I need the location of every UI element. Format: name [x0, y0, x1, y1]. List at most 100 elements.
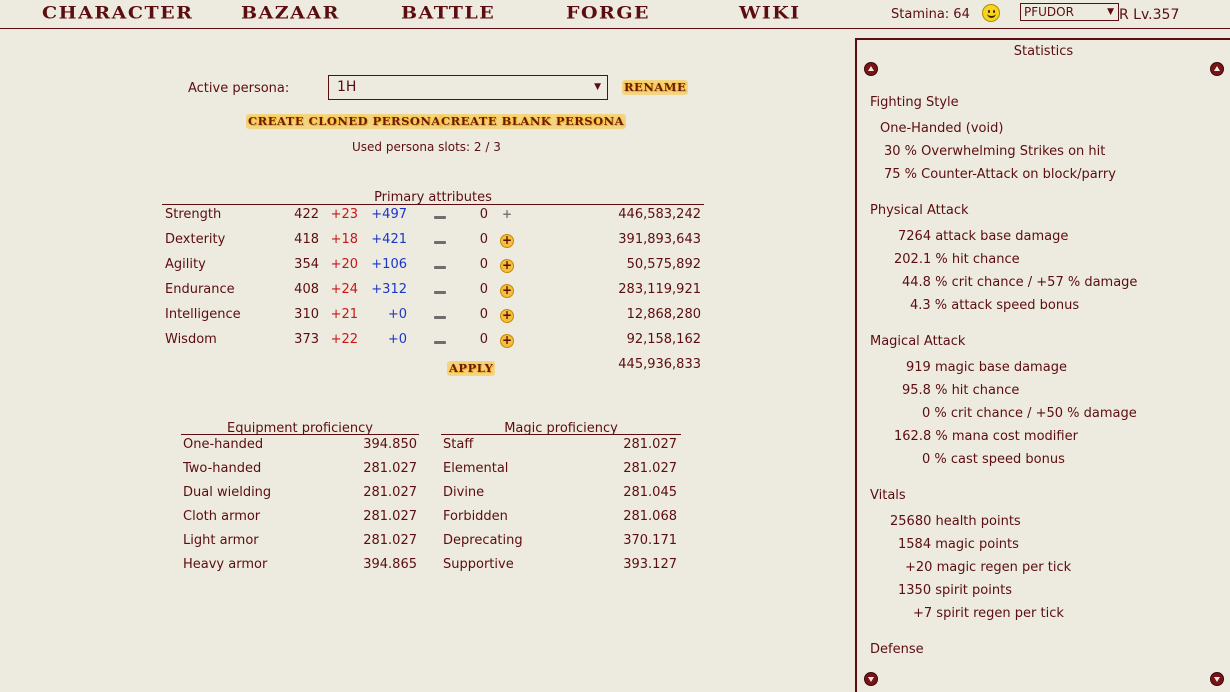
- attribute-assign: 0: [479, 282, 488, 297]
- decrease-button[interactable]: [434, 241, 446, 244]
- magic-row: Divine 281.045: [441, 485, 677, 505]
- physical-stat: 44.8 % crit chance / +57 % damage: [902, 275, 1138, 290]
- attribute-bonus: +22: [330, 332, 358, 347]
- create-cloned-persona-button[interactable]: CREATE CLONED PERSONA: [246, 114, 443, 129]
- proficiency-name: Two-handed: [183, 461, 262, 476]
- proficiency-value: 281.027: [363, 485, 417, 500]
- attribute-exp-cost: 12,868,280: [626, 307, 701, 322]
- magic-row: Elemental 281.027: [441, 461, 677, 481]
- magical-stat: 95.8 % hit chance: [902, 383, 1020, 398]
- attribute-base: 373: [294, 332, 319, 347]
- increase-button[interactable]: +: [500, 309, 514, 323]
- scroll-up-icon[interactable]: [1210, 62, 1224, 76]
- nav-bazaar[interactable]: BAZAAR: [241, 3, 340, 23]
- persona-quick-select[interactable]: PFUDOR ▼: [1020, 3, 1119, 21]
- magical-attack-heading: Magical Attack: [870, 334, 966, 349]
- apply-button[interactable]: APPLY: [447, 361, 496, 376]
- fighting-style-heading: Fighting Style: [870, 95, 959, 110]
- proficiency-name: Supportive: [443, 557, 514, 572]
- proficiency-value: 281.027: [623, 461, 677, 476]
- fighting-style-line: 75 % Counter-Attack on block/parry: [884, 167, 1116, 182]
- proficiency-name: Elemental: [443, 461, 509, 476]
- attribute-extra: +312: [371, 282, 407, 297]
- proficiency-value: 281.027: [363, 509, 417, 524]
- attribute-exp-cost: 446,583,242: [618, 207, 701, 222]
- magic-row: Deprecating 370.171: [441, 533, 677, 553]
- create-blank-persona-button[interactable]: CREATE BLANK PERSONA: [439, 114, 627, 129]
- attribute-bonus: +24: [330, 282, 358, 297]
- proficiency-name: Deprecating: [443, 533, 523, 548]
- proficiency-value: 281.027: [363, 461, 417, 476]
- nav-character[interactable]: CHARACTER: [42, 3, 193, 23]
- attribute-assign: 0: [479, 332, 488, 347]
- scroll-up-icon[interactable]: [864, 62, 878, 76]
- statistics-panel: Statistics Fighting Style One-Handed (vo…: [855, 38, 1230, 692]
- increase-button[interactable]: +: [500, 234, 514, 248]
- attribute-base: 310: [294, 307, 319, 322]
- persona-slots-label: Used persona slots: 2 / 3: [352, 140, 501, 154]
- equipment-row: Cloth armor 281.027: [181, 509, 417, 529]
- decrease-button[interactable]: [434, 341, 446, 344]
- decrease-button[interactable]: [434, 266, 446, 269]
- scroll-down-icon[interactable]: [1210, 672, 1224, 686]
- physical-stat: 202.1 % hit chance: [894, 252, 1020, 267]
- equipment-row: Light armor 281.027: [181, 533, 417, 553]
- magic-proficiency-header: Magic proficiency: [441, 421, 681, 436]
- active-persona-label: Active persona:: [188, 81, 290, 96]
- attribute-row-strength: Strength 422 +23 +497 0 + 446,583,242: [162, 207, 704, 227]
- nav-battle[interactable]: BATTLE: [401, 3, 495, 23]
- attribute-row-wisdom: Wisdom 373 +22 +0 0 + 92,158,162: [162, 332, 704, 352]
- nav-wiki[interactable]: WIKI: [739, 3, 801, 23]
- attribute-name: Strength: [165, 207, 222, 222]
- proficiency-value: 281.068: [623, 509, 677, 524]
- equipment-row: Heavy armor 394.865: [181, 557, 417, 577]
- proficiency-name: Cloth armor: [183, 509, 261, 524]
- increase-button[interactable]: +: [500, 259, 514, 273]
- fighting-style-line: 30 % Overwhelming Strikes on hit: [884, 144, 1106, 159]
- attribute-assign: 0: [479, 232, 488, 247]
- proficiency-value: 394.850: [363, 437, 417, 452]
- persona-quick-select-value: PFUDOR: [1024, 5, 1074, 19]
- active-persona-select[interactable]: 1H ▼: [328, 75, 608, 100]
- vitals-heading: Vitals: [870, 488, 906, 503]
- physical-attack-heading: Physical Attack: [870, 203, 969, 218]
- attribute-assign: 0: [479, 207, 488, 222]
- decrease-button[interactable]: [434, 216, 446, 219]
- attribute-exp-cost: 50,575,892: [626, 257, 701, 272]
- vital-stat: 1584 magic points: [898, 537, 1019, 552]
- attribute-base: 418: [294, 232, 319, 247]
- proficiency-name: Divine: [443, 485, 485, 500]
- level-label: R Lv.357: [1119, 7, 1180, 23]
- vital-stat: 25680 health points: [890, 514, 1021, 529]
- vital-stat: +20 magic regen per tick: [905, 560, 1072, 575]
- proficiency-name: Staff: [443, 437, 474, 452]
- attribute-extra: +421: [371, 232, 407, 247]
- increase-button[interactable]: +: [500, 334, 514, 348]
- magical-stat: 162.8 % mana cost modifier: [894, 429, 1078, 444]
- magic-row: Supportive 393.127: [441, 557, 677, 577]
- attribute-extra: +0: [387, 307, 407, 322]
- attribute-bonus: +21: [330, 307, 358, 322]
- proficiency-value: 281.045: [623, 485, 677, 500]
- scroll-down-icon[interactable]: [864, 672, 878, 686]
- decrease-button[interactable]: [434, 291, 446, 294]
- proficiency-name: Heavy armor: [183, 557, 268, 572]
- vital-stat: +7 spirit regen per tick: [913, 606, 1064, 621]
- attribute-name: Agility: [165, 257, 206, 272]
- proficiency-name: Dual wielding: [183, 485, 272, 500]
- proficiency-name: One-handed: [183, 437, 264, 452]
- attribute-row-endurance: Endurance 408 +24 +312 0 + 283,119,921: [162, 282, 704, 302]
- attribute-exp-cost: 92,158,162: [626, 332, 701, 347]
- increase-button[interactable]: +: [500, 284, 514, 298]
- attribute-bonus: +23: [330, 207, 358, 222]
- physical-stat: 4.3 % attack speed bonus: [910, 298, 1080, 313]
- attribute-name: Dexterity: [165, 232, 226, 247]
- nav-forge[interactable]: FORGE: [566, 3, 650, 23]
- increase-button[interactable]: +: [500, 208, 514, 223]
- rename-button[interactable]: RENAME: [622, 80, 689, 95]
- stamina-label: Stamina: 64: [891, 7, 970, 22]
- attribute-name: Wisdom: [165, 332, 217, 347]
- attribute-bonus: +20: [330, 257, 358, 272]
- total-exp-label: 445,936,833: [618, 357, 701, 372]
- decrease-button[interactable]: [434, 316, 446, 319]
